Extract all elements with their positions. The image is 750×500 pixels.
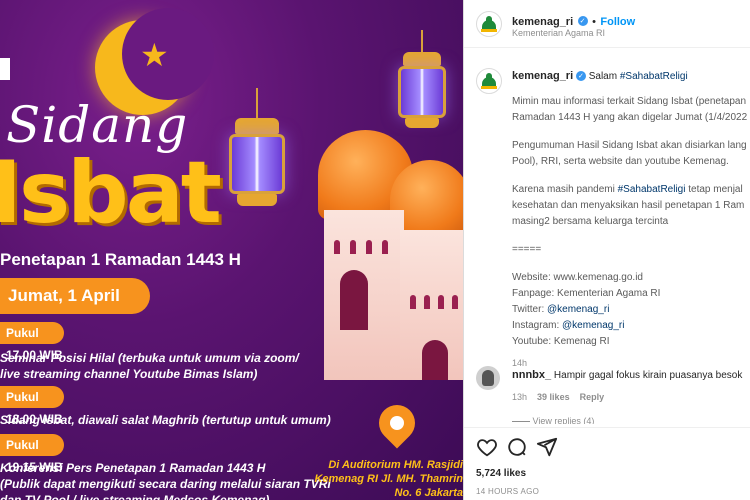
date-badge: Jumat, 1 April 2022 <box>0 278 150 341</box>
time-badge: Pukul 18.00 WIB <box>0 386 64 426</box>
mention-link[interactable]: @kemenag_ri <box>547 304 609 315</box>
time-badge: Pukul 19.15 WIB <box>0 434 64 474</box>
comment-time: 13h <box>512 392 528 402</box>
caption-avatar[interactable] <box>476 68 502 94</box>
post-header: kemenag_ri ✓ • Follow Kementerian Agama … <box>464 0 750 48</box>
agenda-text: Sidang Isbat, diawali salat Maghrib (ter… <box>0 413 331 427</box>
comment-meta: 13h 39 likes Reply <box>512 392 604 402</box>
verified-icon: ✓ <box>577 15 588 26</box>
comment-likes[interactable]: 39 likes <box>537 392 570 402</box>
comment-text: Hampir gagal fokus kirain puasanya besok <box>553 370 743 381</box>
account-avatar[interactable] <box>476 11 502 37</box>
view-replies-link[interactable]: View replies (4) <box>512 416 594 424</box>
poster-title-main: Isbat <box>0 143 222 243</box>
header-username[interactable]: kemenag_ri <box>512 16 573 28</box>
caption-first-line: kemenag_ri ✓ Salam #SahabatReligi <box>512 70 688 82</box>
time-badge: Pukul 17.00 WIB <box>0 322 64 362</box>
post-timestamp[interactable]: 14 HOURS AGO <box>476 487 539 496</box>
comment-icon[interactable] <box>506 436 528 458</box>
hashtag-link[interactable]: #SahabatReligi <box>618 184 686 195</box>
commenter-avatar[interactable] <box>476 366 500 390</box>
mosque-illustration <box>300 120 463 380</box>
header-subtitle: Kementerian Agama RI <box>512 28 606 38</box>
image-edge <box>0 58 10 80</box>
caption-time: 14h <box>512 358 528 368</box>
hashtag-link[interactable]: #SahabatReligi <box>620 71 688 82</box>
reply-button[interactable]: Reply <box>580 392 605 402</box>
caption-body: Mimin mau informasi terkait Sidang Isbat… <box>512 94 750 368</box>
lantern-icon <box>222 88 292 218</box>
agenda-text: Seminar Posisi Hilal (terbuka untuk umum… <box>0 351 299 381</box>
caption-text: Salam <box>588 71 618 82</box>
likes-count[interactable]: 5,724 likes <box>476 468 526 479</box>
caption-username[interactable]: kemenag_ri <box>512 70 573 82</box>
location-text: Di Auditorium HM. Rasjidi Kemenag RI Jl.… <box>314 459 463 499</box>
post-sidebar: kemenag_ri ✓ • Follow Kementerian Agama … <box>463 0 750 500</box>
post-image[interactable]: ★ Sidang Isbat Penetapan 1 Ramadan 1443 … <box>0 0 463 500</box>
heart-icon[interactable] <box>476 436 498 458</box>
mention-link[interactable]: @kemenag_ri <box>562 320 624 331</box>
verified-icon: ✓ <box>575 71 586 82</box>
commenter-username[interactable]: nnnbx_ <box>512 369 551 381</box>
separator-dot: • <box>592 16 596 28</box>
comment: nnnbx_ Hampir gagal fokus kirain puasany… <box>512 369 742 381</box>
action-divider <box>464 427 750 428</box>
poster-subtitle: Penetapan 1 Ramadan 1443 H <box>0 250 241 269</box>
agenda-text: Konferensi Pers Penetapan 1 Ramadan 1443… <box>0 461 331 500</box>
share-icon[interactable] <box>536 436 558 458</box>
follow-button[interactable]: Follow <box>600 16 635 28</box>
location-pin-dot <box>390 416 404 430</box>
star-icon: ★ <box>140 36 169 74</box>
